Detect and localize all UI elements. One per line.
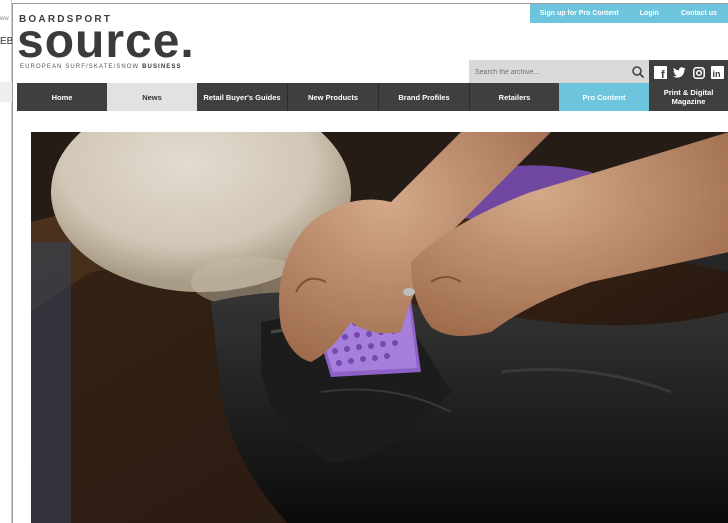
nav-retailers[interactable]: Retailers [470,83,559,111]
svg-text:f: f [661,69,665,79]
twitter-icon[interactable] [673,66,686,79]
social-links: f in [649,60,728,85]
search-icon[interactable] [631,65,645,79]
logo-sub-bold: BUSINESS [142,64,182,70]
site-logo[interactable]: BOARDSPORT source. EUROPEAN SURF/SKATE/S… [17,14,209,76]
nav-home[interactable]: Home [17,83,107,111]
signup-link[interactable]: Sign up for Pro Content [530,4,629,23]
nav-print-digital-magazine[interactable]: Print & Digital Magazine [649,83,728,111]
hero-photo [31,132,728,523]
background-bar [0,82,12,102]
instagram-icon[interactable] [692,66,705,79]
top-bar: Sign up for Pro Content Login Contact us [529,4,728,23]
nav-brand-profiles[interactable]: Brand Profiles [379,83,469,111]
nav-print-line2: Magazine [671,97,706,106]
logo-main-text: source. [17,15,195,68]
nav-print-line1: Print & Digital [663,88,714,97]
main-navigation: Home News Retail Buyer's Guides New Prod… [17,83,728,111]
logo-sub-text: EUROPEAN SURF/SKATE/SNOW [20,64,140,70]
hero-image[interactable] [31,132,728,523]
nav-news[interactable]: News [107,83,197,111]
search-input[interactable] [469,60,619,85]
nav-pro-content[interactable]: Pro Content [559,83,649,111]
nav-new-products[interactable]: New Products [288,83,378,111]
search-box [469,60,649,85]
svg-text:in: in [713,69,721,79]
nav-retail-buyers-guides[interactable]: Retail Buyer's Guides [197,83,287,111]
login-link[interactable]: Login [629,4,670,23]
linkedin-icon[interactable]: in [711,66,724,79]
background-window-strip: ww EBS [0,0,20,523]
browser-page: BOARDSPORT source. EUROPEAN SURF/SKATE/S… [12,3,728,523]
background-url-fragment: ww [0,16,9,22]
contact-link[interactable]: Contact us [670,4,728,23]
facebook-icon[interactable]: f [654,66,667,79]
logo-subtitle: EUROPEAN SURF/SKATE/SNOW BUSINESS [20,64,182,70]
